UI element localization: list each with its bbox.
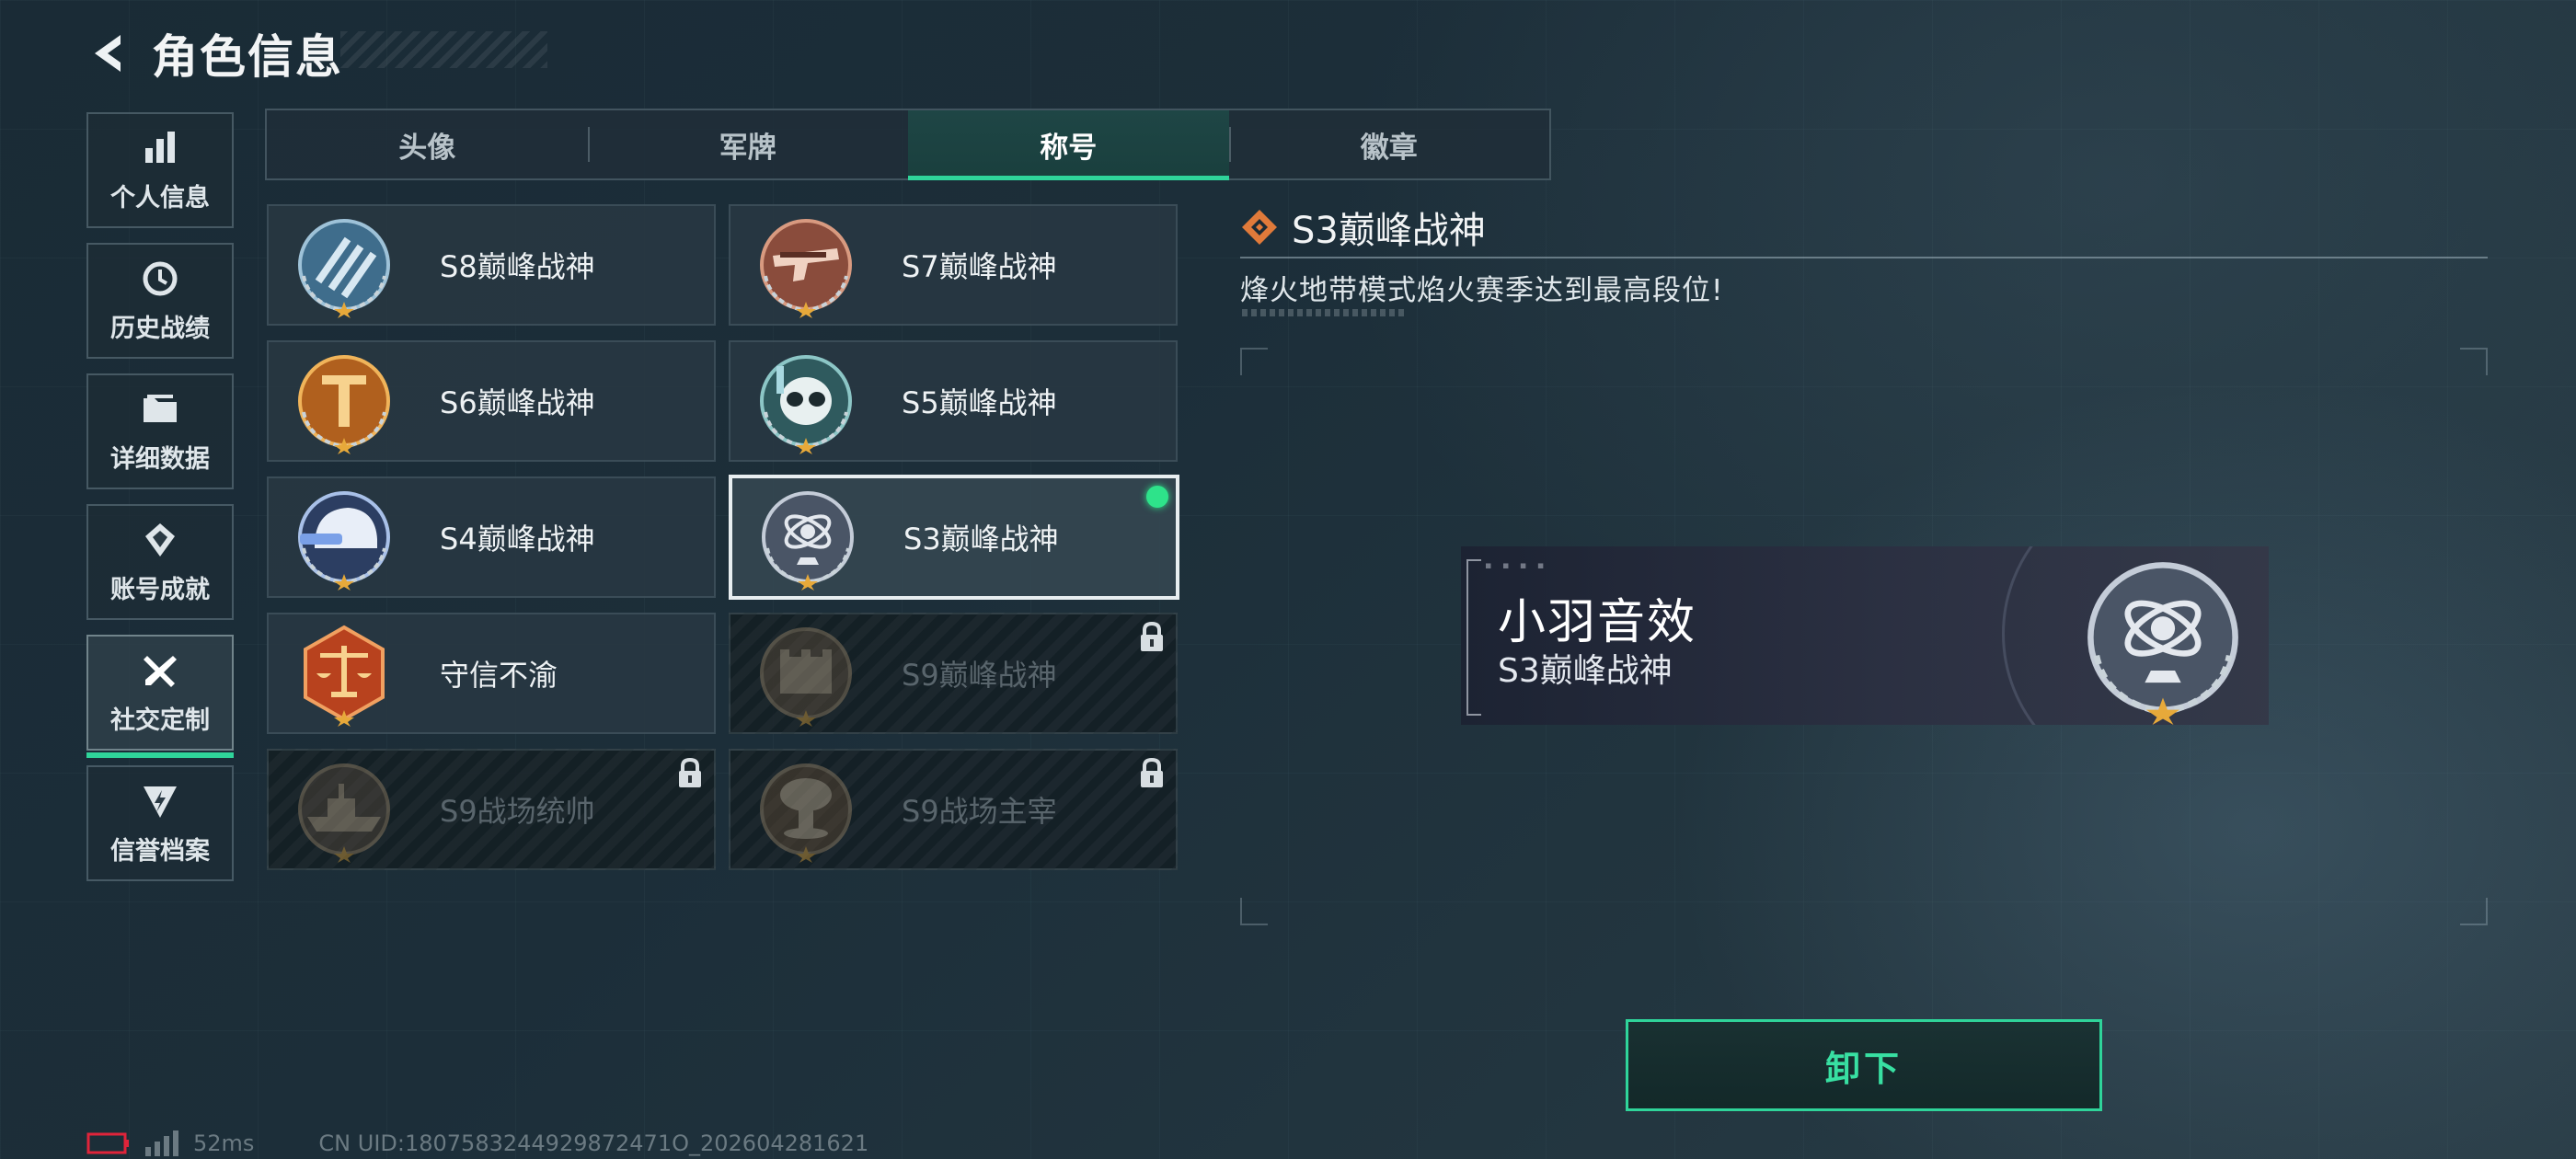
title-decoration — [340, 31, 547, 68]
title-card[interactable]: S4巅峰战神 — [267, 476, 716, 598]
sidebar-item-history[interactable]: 历史战绩 — [86, 243, 234, 359]
fortress-emblem — [760, 627, 852, 727]
title-card-label: S6巅峰战神 — [440, 385, 595, 420]
mushroom-cloud-emblem — [760, 763, 852, 863]
diamond-icon — [1242, 210, 1277, 245]
sidebar-item-credit-record[interactable]: 信誉档案 — [86, 765, 234, 881]
armillary-emblem — [2087, 562, 2238, 725]
orange-shield-emblem — [298, 355, 390, 454]
frame-corner — [1240, 898, 1268, 925]
title-card-label: S5巅峰战神 — [902, 385, 1057, 420]
title-card-locked[interactable]: S9战场主宰 — [729, 749, 1178, 870]
unequip-button[interactable]: 卸下 — [1626, 1019, 2102, 1111]
armillary-emblem — [762, 491, 854, 591]
player-name: 小羽音效 — [1498, 595, 1697, 650]
user-uid: CN UID:1807583244929872471O_202604281621 — [318, 1130, 869, 1156]
sidebar-item-label: 账号成就 — [110, 575, 210, 604]
shield-bolt-icon — [144, 786, 177, 818]
battery-icon — [86, 1132, 129, 1154]
header: 角色信息 — [87, 26, 343, 84]
title-card-label: S3巅峰战神 — [903, 522, 1059, 557]
signal-icon — [145, 1130, 178, 1156]
title-card-label: S9战场统帅 — [440, 794, 595, 829]
tab-avatar[interactable]: 头像 — [267, 110, 588, 178]
frame-corner — [1240, 348, 1268, 375]
equipped-indicator — [1146, 486, 1168, 508]
bar-chart-icon — [145, 131, 175, 163]
divider — [1240, 257, 2488, 258]
diver-skull-emblem — [760, 355, 852, 454]
folder-icon — [144, 394, 177, 422]
warship-emblem — [298, 763, 390, 863]
frame-corner — [2460, 898, 2488, 925]
page-title: 角色信息 — [152, 30, 343, 84]
tab-badge[interactable]: 徽章 — [1228, 110, 1550, 178]
title-card[interactable]: S5巅峰战神 — [729, 340, 1178, 462]
title-card-locked[interactable]: S9战场统帅 — [267, 749, 716, 870]
detail-header: S3巅峰战神 — [1240, 201, 1486, 254]
title-card-label: S9战场主宰 — [902, 794, 1057, 829]
sidebar-item-social-customize[interactable]: 社交定制 — [86, 635, 234, 758]
nameplate-preview: ▪ ▪ ▪ ▪ 小羽音效 S3巅峰战神 — [1461, 546, 2269, 725]
frame-corner — [2460, 348, 2488, 375]
lock-icon — [1141, 622, 1163, 651]
sidebar-item-label: 个人信息 — [110, 183, 210, 212]
history-icon — [143, 261, 178, 295]
title-card[interactable]: S8巅峰战神 — [267, 204, 716, 326]
detail-description: 烽火地带模式焰火赛季达到最高段位! — [1240, 274, 1724, 307]
title-card-label: S9巅峰战神 — [902, 658, 1057, 693]
lock-icon — [679, 758, 701, 787]
detail-title: S3巅峰战神 — [1292, 210, 1486, 252]
back-arrow-icon[interactable] — [87, 31, 132, 75]
title-card-label: S8巅峰战神 — [440, 249, 595, 284]
sidebar-item-label: 详细数据 — [110, 444, 210, 474]
lock-icon — [1141, 758, 1163, 787]
sidebar-item-label: 历史战绩 — [110, 314, 210, 343]
title-card-selected[interactable]: S3巅峰战神 — [729, 475, 1179, 600]
title-card[interactable]: 守信不渝 — [267, 613, 716, 734]
status-bar: 52ms CN UID:1807583244929872471O_2026042… — [86, 1130, 868, 1157]
decoration-dash — [1242, 309, 1404, 316]
title-card-label: S7巅峰战神 — [902, 249, 1057, 284]
title-card[interactable]: S6巅峰战神 — [267, 340, 716, 462]
title-card-label: 守信不渝 — [440, 658, 558, 693]
sidebar-item-detailed-data[interactable]: 详细数据 — [86, 373, 234, 489]
scales-emblem — [304, 625, 385, 727]
helmet-emblem — [298, 491, 390, 591]
sidebar-item-achievements[interactable]: 账号成就 — [86, 504, 234, 620]
tab-dog-tag[interactable]: 军牌 — [587, 110, 909, 178]
sidebar-item-label: 信誉档案 — [110, 836, 210, 866]
achievement-icon — [145, 522, 175, 557]
blue-stripes-emblem — [298, 219, 390, 318]
title-card-label: S4巅峰战神 — [440, 522, 595, 557]
sidebar: 个人信息 历史战绩 详细数据 账号成就 社交定制 信誉档案 — [86, 112, 234, 896]
category-tabs: 头像 军牌 称号 徽章 — [265, 109, 1551, 180]
title-card-locked[interactable]: S9巅峰战神 — [729, 613, 1178, 734]
nameplate-microtext: ▪ ▪ ▪ ▪ — [1485, 559, 1548, 571]
tab-title[interactable]: 称号 — [908, 110, 1229, 180]
rifle-emblem — [760, 219, 852, 318]
tools-icon — [144, 655, 177, 687]
title-card[interactable]: S7巅峰战神 — [729, 204, 1178, 326]
sidebar-item-label: 社交定制 — [110, 706, 210, 735]
sidebar-item-personal-info[interactable]: 个人信息 — [86, 112, 234, 228]
ping-readout: 52ms — [193, 1130, 255, 1156]
nameplate-title: S3巅峰战神 — [1498, 652, 1673, 690]
